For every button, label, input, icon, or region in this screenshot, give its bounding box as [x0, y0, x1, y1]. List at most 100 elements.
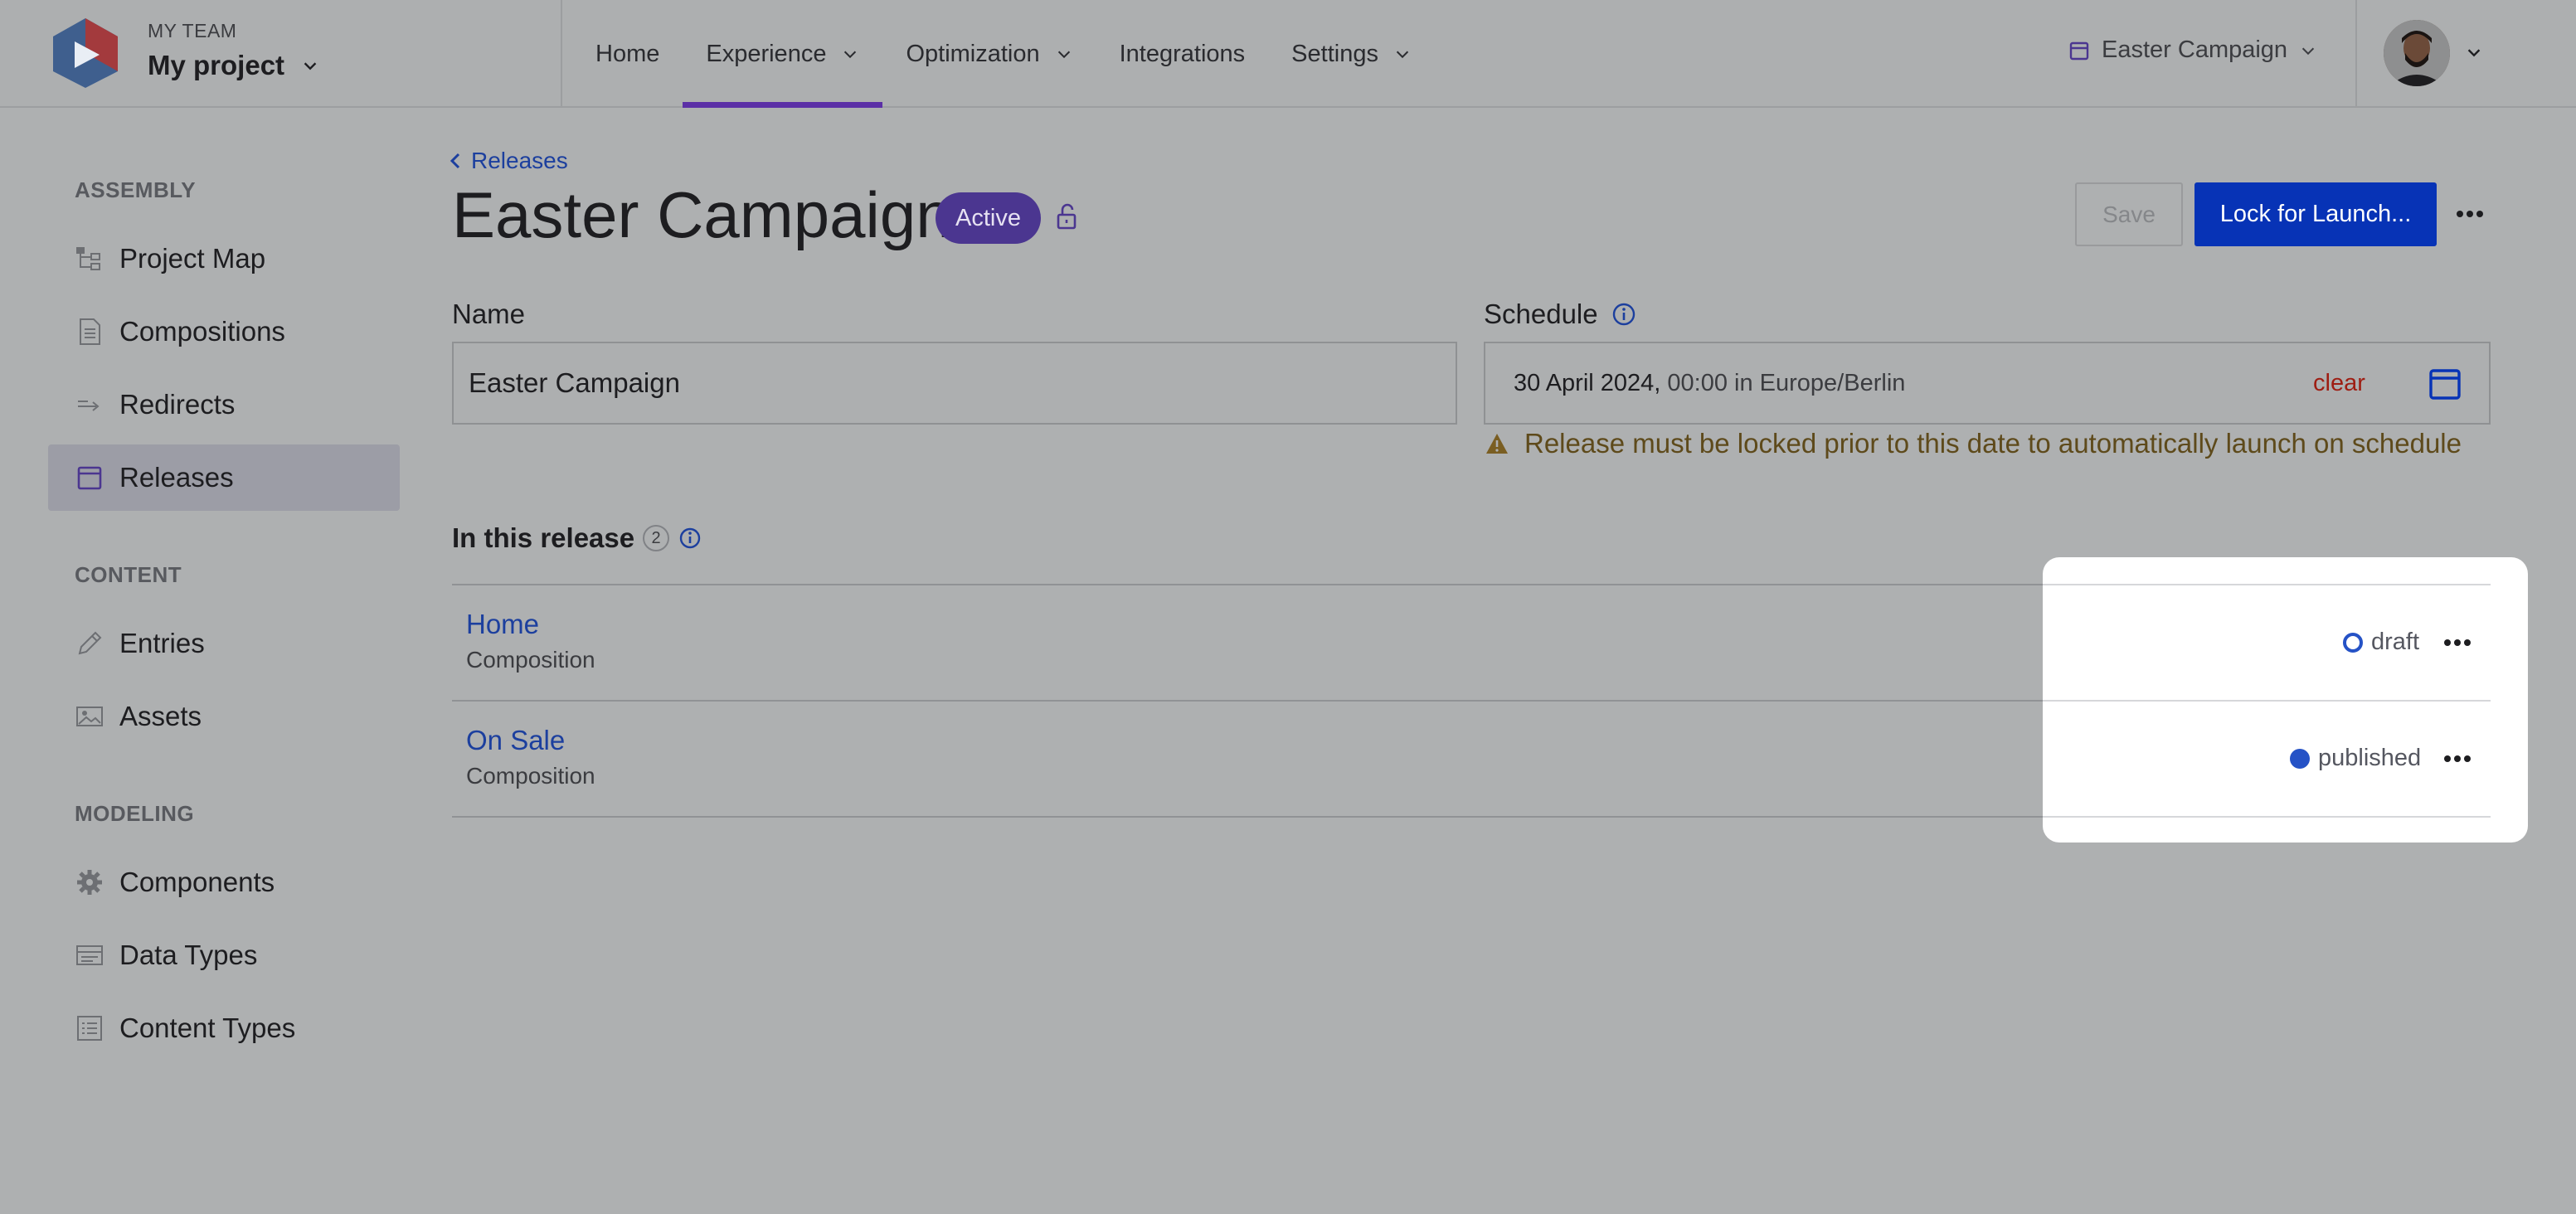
sidebar-item-content-types[interactable]: Content Types [48, 995, 400, 1061]
published-status-icon [2290, 748, 2310, 769]
sidebar-item-label: Releases [119, 462, 234, 493]
avatar[interactable] [2384, 20, 2450, 86]
schedule-value: 30 April 2024, 00:00 in Europe/Berlin [1514, 370, 1905, 397]
item-count-badge: 2 [643, 525, 670, 551]
sidebar-item-assets[interactable]: Assets [48, 683, 400, 750]
info-icon[interactable] [1611, 302, 1636, 327]
gear-icon [75, 867, 104, 897]
nav-home-label: Home [595, 40, 660, 67]
sidebar-item-entries[interactable]: Entries [48, 610, 400, 677]
nav-home[interactable]: Home [572, 0, 683, 108]
release-picker[interactable]: Easter Campaign [2068, 36, 2317, 64]
project-name: My project [148, 50, 285, 80]
sidebar-item-redirects[interactable]: Redirects [48, 371, 400, 438]
calendar-icon [75, 463, 104, 493]
sidebar: ASSEMBLY Project Map Compositions Redire… [0, 109, 415, 1214]
sidebar-item-label: Content Types [119, 1012, 296, 1043]
chevron-down-icon [1057, 51, 1070, 59]
sidebar-item-components[interactable]: Components [48, 849, 400, 915]
nav-integrations-label: Integrations [1119, 40, 1246, 67]
release-items-heading: In this release 2 [452, 522, 702, 554]
user-avatar-icon [2384, 20, 2450, 86]
top-navigation-bar: MY TEAM My project Home Experience Optim… [0, 0, 2576, 108]
nav-experience-label: Experience [706, 40, 827, 67]
save-button[interactable]: Save [2075, 182, 2183, 246]
status-badge: Active [936, 192, 1041, 244]
main-nav: Home Experience Optimization Integration… [572, 0, 1435, 108]
app-logo-icon[interactable] [51, 17, 119, 90]
chevron-down-icon [2301, 47, 2315, 55]
nav-settings[interactable]: Settings [1268, 0, 1435, 108]
warning-icon [1486, 434, 1508, 454]
row-divider [2043, 816, 2491, 818]
document-icon [75, 317, 104, 347]
status-draft: draft [2343, 629, 2419, 656]
redirect-icon [75, 390, 104, 420]
status-label: published [2318, 745, 2422, 771]
sidebar-item-label: Entries [119, 628, 205, 658]
sidebar-item-data-types[interactable]: Data Types [48, 922, 400, 988]
nav-integrations[interactable]: Integrations [1096, 0, 1269, 108]
name-field[interactable]: Easter Campaign [452, 342, 1457, 425]
row-divider [2043, 700, 2491, 702]
lock-for-launch-button[interactable]: Lock for Launch... [2194, 182, 2437, 246]
nav-optimization-label: Optimization [906, 40, 1040, 67]
schedule-time-zone: 00:00 in Europe/Berlin [1660, 370, 1906, 396]
sidebar-heading-assembly: ASSEMBLY [75, 177, 197, 202]
page-title: Easter Campaign [452, 178, 952, 251]
chevron-left-icon [450, 153, 460, 169]
release-item-home-link[interactable]: Home [466, 609, 539, 640]
clear-schedule-button[interactable]: clear [2313, 370, 2365, 397]
schedule-field[interactable]: 30 April 2024, 00:00 in Europe/Berlin cl… [1484, 342, 2491, 425]
breadcrumb[interactable]: Releases [448, 148, 568, 174]
release-item-type: Composition [466, 647, 595, 673]
project-switcher[interactable]: My project [148, 50, 319, 81]
nav-optimization[interactable]: Optimization [882, 0, 1096, 108]
sidebar-item-compositions[interactable]: Compositions [48, 299, 400, 365]
schedule-date: 30 April 2024, [1514, 370, 1661, 396]
release-item-type: Composition [466, 763, 595, 789]
chevron-down-icon [304, 62, 317, 70]
schedule-label-text: Schedule [1484, 299, 1598, 329]
more-options-icon[interactable] [2455, 201, 2485, 227]
sidebar-heading-content: CONTENT [75, 562, 182, 587]
sidebar-item-releases[interactable]: Releases [48, 444, 400, 511]
name-label-text: Name [452, 299, 526, 329]
sidebar-item-label: Compositions [119, 316, 285, 347]
draft-status-icon [2343, 632, 2363, 653]
sidebar-item-label: Project Map [119, 243, 266, 274]
release-item-on-sale-link[interactable]: On Sale [466, 725, 565, 756]
chevron-down-icon[interactable] [2465, 43, 2483, 61]
status-published: published [2290, 745, 2421, 772]
unlock-icon[interactable] [1055, 202, 1078, 231]
sidebar-item-label: Data Types [119, 940, 258, 970]
chevron-down-icon [844, 51, 857, 59]
team-label: MY TEAM [148, 20, 237, 41]
schedule-warning: Release must be locked prior to this dat… [1485, 428, 2462, 459]
image-icon [75, 702, 104, 731]
divider [561, 0, 562, 108]
sidebar-heading-modeling: MODELING [75, 801, 195, 826]
nav-experience[interactable]: Experience [683, 0, 883, 108]
chevron-down-icon [1396, 51, 1409, 59]
more-options-icon[interactable] [2442, 634, 2472, 652]
breadcrumb-releases-link[interactable]: Releases [471, 148, 568, 174]
data-type-icon [75, 940, 104, 970]
section-title-text: In this release [452, 522, 635, 553]
status-highlight-card: draft published [2043, 557, 2528, 843]
sidebar-item-label: Components [119, 867, 275, 897]
nav-settings-label: Settings [1291, 40, 1378, 67]
content-type-icon [75, 1013, 104, 1043]
info-icon[interactable] [678, 526, 702, 551]
pencil-icon [75, 629, 104, 658]
schedule-label: Schedule [1484, 299, 1636, 330]
name-label: Name [452, 299, 525, 330]
calendar-icon[interactable] [2428, 367, 2462, 401]
sidebar-item-project-map[interactable]: Project Map [48, 226, 400, 292]
status-label: draft [2371, 629, 2420, 655]
warning-text: Release must be locked prior to this dat… [1524, 428, 2462, 459]
more-options-icon[interactable] [2442, 750, 2472, 768]
calendar-icon [2069, 41, 2089, 60]
divider [2355, 0, 2357, 108]
project-map-icon [75, 244, 104, 274]
